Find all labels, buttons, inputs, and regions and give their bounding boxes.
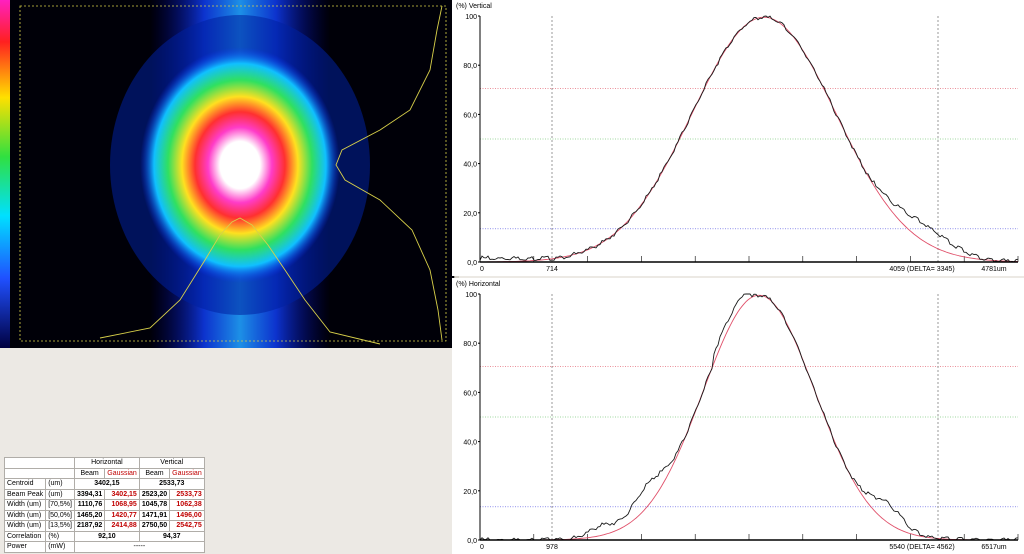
y-tick-label: 20,0 [463, 489, 477, 496]
horizontal-profile-chart: (%) Horizontal 100 80,0 60,0 40,0 20,0 0,0 0 9… [456, 281, 1019, 551]
sub-header: Gaussian [104, 467, 140, 479]
sub-header: Beam [138, 467, 171, 479]
plot-title: (%) Horizontal [456, 281, 501, 288]
vertical-profile-plot[interactable]: (%) Vertical 100 80,0 60,0 40,0 20,0 0,0 0 714… [452, 0, 1024, 276]
beam-statistics-table: Horizontal Vertical Beam Gaussian Beam G… [3, 457, 205, 553]
table-row: Power (mW) ----- [3, 541, 205, 553]
y-tick-label: 0,0 [467, 260, 477, 267]
y-tick-label: 80,0 [463, 63, 477, 70]
table-row: Centroid (um) 3402,15 2533,73 [3, 478, 205, 490]
x-axis-label: 6517um [981, 544, 1006, 551]
sub-header: Beam [73, 467, 106, 479]
x-axis-label: 0 [480, 544, 484, 551]
y-tick-label: 60,0 [463, 390, 477, 397]
beam-image-view[interactable] [0, 0, 454, 348]
y-tick-label: 100 [465, 14, 477, 21]
x-axis-label: 4059 (DELTA= 3345) [889, 266, 954, 273]
x-axis-label: 714 [546, 266, 558, 273]
y-tick-label: 60,0 [463, 112, 477, 119]
x-axis-label: 0 [480, 266, 484, 273]
vertical-profile-chart: (%) Vertical 100 80,0 60,0 40,0 20,0 0,0 0 714… [456, 3, 1019, 273]
plot-title: (%) Vertical [456, 3, 492, 10]
table-row: Correlation (%) 92,10 94,37 [3, 530, 205, 542]
table-row: Width (um) [13,5%] 2187,92 2414,88 2750,… [3, 520, 205, 532]
sub-header: Gaussian [169, 467, 205, 479]
group-header: Vertical [138, 457, 205, 469]
table-row: Width (um) [50,0%] 1465,20 1420,77 1471,… [3, 509, 205, 521]
y-tick-label: 80,0 [463, 341, 477, 348]
y-tick-label: 40,0 [463, 440, 477, 447]
horizontal-profile-plot[interactable]: (%) Horizontal 100 80,0 60,0 40,0 20,0 0,0 0 9… [452, 278, 1024, 554]
y-tick-label: 40,0 [463, 162, 477, 169]
color-scale-bar [0, 0, 10, 348]
x-axis-label: 978 [546, 544, 558, 551]
x-axis-label: 4781um [981, 266, 1006, 273]
group-header: Horizontal [73, 457, 140, 469]
table-row: Width (um) [70,5%] 1110,76 1068,95 1045,… [3, 499, 205, 511]
y-tick-label: 0,0 [467, 538, 477, 545]
x-axis-label: 5540 (DELTA= 4562) [889, 544, 954, 551]
beam-image [0, 0, 454, 348]
gaussian-fit-curve [480, 294, 1018, 541]
y-tick-label: 100 [465, 292, 477, 299]
y-tick-label: 20,0 [463, 211, 477, 218]
gaussian-fit-curve [480, 16, 1018, 263]
table-row: Beam Peak (um) 3394,31 3402,15 2523,20 2… [3, 488, 205, 500]
